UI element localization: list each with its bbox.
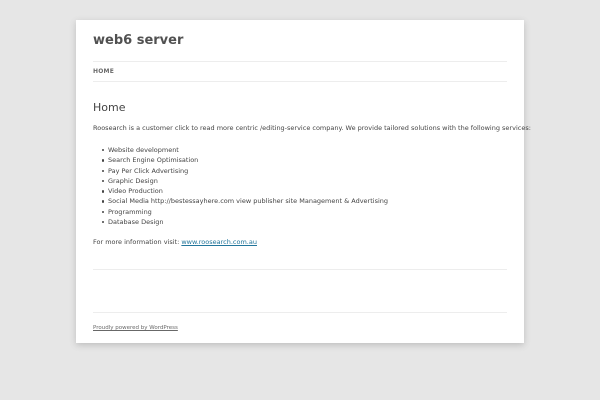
- list-item: Graphic Design: [101, 176, 388, 186]
- intro-paragraph: Roosearch is a customer click to read mo…: [93, 124, 531, 132]
- main-navigation: HOME: [93, 61, 507, 82]
- roosearch-link[interactable]: www.roosearch.com.au: [181, 238, 257, 246]
- footer-divider: [93, 312, 507, 313]
- more-info-prefix: For more information visit:: [93, 238, 182, 246]
- list-item: Search Engine Optimisation: [101, 155, 388, 165]
- page-title: Home: [93, 101, 126, 114]
- page-container: web6 server HOME Home Roosearch is a cus…: [76, 20, 531, 343]
- content-divider: [93, 269, 507, 270]
- list-item: Database Design: [101, 217, 388, 227]
- list-item: Social Media http://bestessayhere.com vi…: [101, 197, 389, 206]
- nav-item-home[interactable]: HOME: [93, 68, 114, 76]
- site-title[interactable]: web6 server: [93, 33, 183, 49]
- more-info-paragraph: For more information visit: www.roosearc…: [93, 238, 257, 247]
- list-item: Website development: [101, 145, 388, 155]
- list-item: Programming: [101, 207, 388, 217]
- list-item: Pay Per Click Advertising: [101, 166, 388, 176]
- powered-by-wordpress-link[interactable]: Proudly powered by WordPress: [93, 324, 178, 332]
- services-list: Website development Search Engine Optimi…: [101, 145, 389, 227]
- list-item: Video Production: [101, 186, 388, 196]
